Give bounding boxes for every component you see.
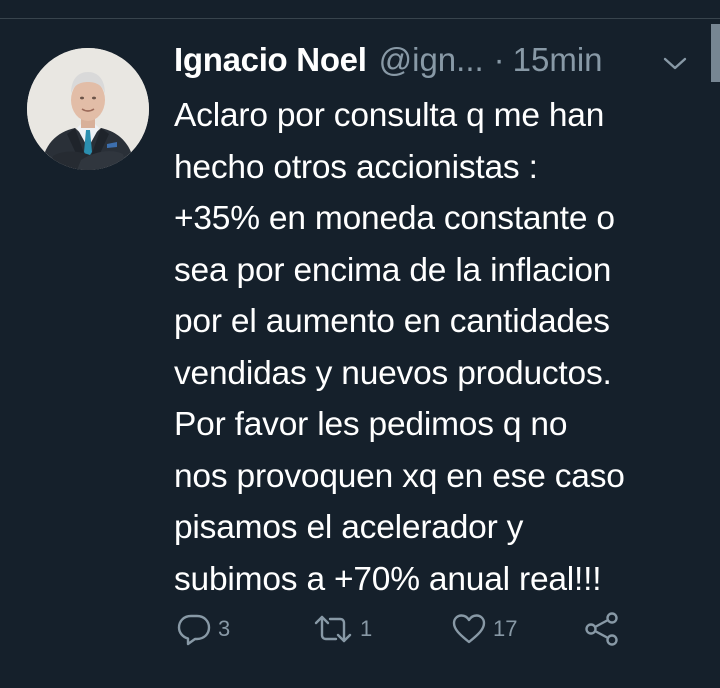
like-count: 17 <box>493 616 518 641</box>
tweet-header: Ignacio Noel @ign... · 15min <box>174 41 603 83</box>
retweet-button[interactable]: 1 <box>312 609 372 649</box>
reply-icon <box>177 614 211 646</box>
retweet-icon <box>314 615 352 643</box>
chevron-down-icon <box>663 57 687 70</box>
more-options-button[interactable] <box>662 55 688 73</box>
heart-icon <box>452 614 486 644</box>
retweet-count: 1 <box>360 616 373 641</box>
tweet[interactable]: Ignacio Noel @ign... · 15min Aclaro por … <box>0 19 720 688</box>
timestamp[interactable]: 15min <box>513 41 603 79</box>
avatar[interactable] <box>27 48 149 170</box>
author-handle[interactable]: @ign... <box>379 41 484 79</box>
like-button[interactable]: 17 <box>451 609 517 649</box>
avatar-image <box>27 48 149 170</box>
separator-dot: · <box>493 41 505 78</box>
tweet-actions: 3 1 17 <box>0 609 720 649</box>
tweet-text: Aclaro por consulta q me han hecho otros… <box>174 97 625 598</box>
share-button[interactable] <box>583 609 621 649</box>
reply-button[interactable]: 3 <box>176 609 230 649</box>
share-icon <box>585 612 618 646</box>
reply-count: 3 <box>218 616 231 641</box>
author-name[interactable]: Ignacio Noel <box>174 41 367 79</box>
